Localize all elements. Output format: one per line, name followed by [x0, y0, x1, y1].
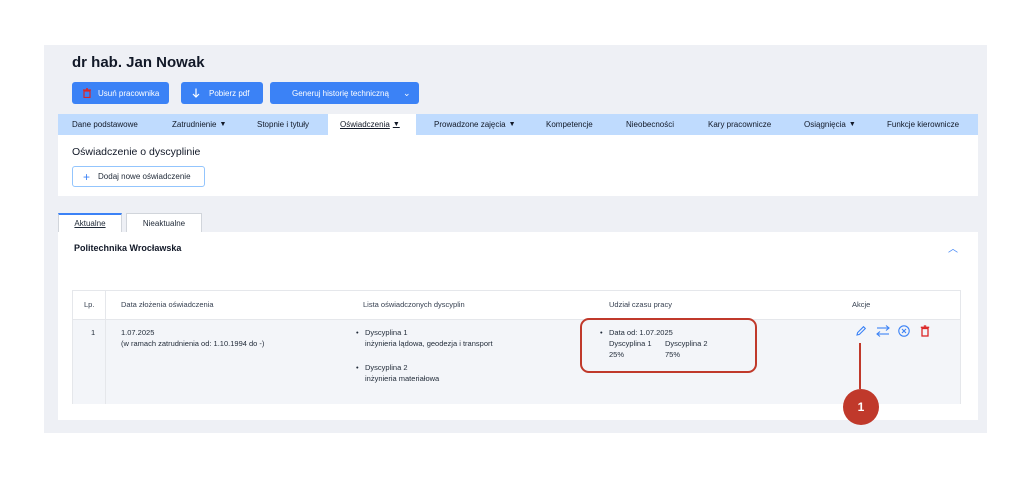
- delete-employee-label: Usuń pracownika: [98, 88, 160, 98]
- tab-outdated[interactable]: Nieaktualne: [126, 213, 202, 232]
- plus-icon: +: [83, 169, 91, 184]
- tab-employment[interactable]: Zatrudnienie ▼: [172, 114, 226, 135]
- tab-declarations[interactable]: Oświadczenia ▼: [328, 114, 416, 135]
- edit-pencil-icon[interactable]: [854, 324, 868, 338]
- header-date: Data złożenia oświadczenia: [121, 300, 214, 309]
- download-pdf-button[interactable]: Pobierz pdf: [181, 82, 264, 104]
- chevron-up-icon[interactable]: ︿: [948, 240, 958, 255]
- row-date-note: (w ramach zatrudnienia od: 1.10.1994 do …: [121, 339, 265, 348]
- discipline-name: inżynieria lądowa, geodezja i transport: [365, 339, 493, 348]
- download-arrow-icon: [192, 88, 200, 98]
- tab-label: Funkcje kierownicze: [887, 120, 960, 129]
- delete-employee-button[interactable]: Usuń pracownika: [72, 82, 170, 104]
- tab-label: Osiągnięcia: [804, 120, 846, 129]
- marker-line: [859, 343, 861, 389]
- step-marker: 1: [843, 389, 879, 425]
- swap-arrows-icon[interactable]: [875, 324, 891, 338]
- tab-penalties[interactable]: Kary pracownicze: [708, 114, 771, 135]
- table-row: 1 1.07.2025 (w ramach zatrudnienia od: 1…: [73, 320, 960, 404]
- tab-label: Kompetencje: [546, 120, 593, 129]
- tab-basic-data[interactable]: Dane podstawowe: [72, 114, 138, 135]
- tab-label: Dane podstawowe: [72, 120, 138, 129]
- column-divider: [105, 291, 106, 404]
- table-header: Lp. Data złożenia oświadczenia Lista ośw…: [73, 291, 960, 320]
- generate-history-label: Generuj historię techniczną: [292, 88, 389, 98]
- header-lp: Lp.: [84, 300, 95, 309]
- tab-label: Oświadczenia: [340, 120, 390, 129]
- generate-history-button[interactable]: Generuj historię techniczną ⌄: [270, 82, 419, 104]
- download-pdf-label: Pobierz pdf: [209, 88, 250, 98]
- discipline-name: inżynieria materiałowa: [365, 374, 440, 383]
- page-title: dr hab. Jan Nowak: [72, 54, 205, 71]
- tab-competences[interactable]: Kompetencje: [546, 114, 593, 135]
- org-name: Politechnika Wrocławska: [74, 243, 182, 253]
- tab-label: Prowadzone zajęcia: [434, 120, 506, 129]
- row-lp: 1: [91, 328, 96, 337]
- chevron-down-icon: ▼: [508, 121, 516, 128]
- tab-label: Stopnie i tytuły: [257, 120, 310, 129]
- header-actions: Akcje: [852, 300, 871, 309]
- header-disciplines: Lista oświadczonych dyscyplin: [363, 300, 465, 309]
- tab-label: Aktualne: [74, 219, 106, 228]
- chevron-down-icon: ▼: [848, 121, 856, 128]
- chevron-down-icon: ⌄: [402, 87, 411, 98]
- discipline-label: Dyscyplina 1: [365, 328, 408, 337]
- row-date: 1.07.2025: [121, 328, 155, 337]
- header-share: Udział czasu pracy: [609, 300, 672, 309]
- bullet: •: [356, 363, 359, 372]
- chevron-down-icon: ▼: [219, 121, 227, 128]
- nav-tabbar: Dane podstawowe Zatrudnienie ▼ Stopnie i …: [58, 114, 978, 135]
- tab-label: Kary pracownicze: [708, 120, 772, 129]
- tab-degrees[interactable]: Stopnie i tytuły: [257, 114, 309, 135]
- trash-icon[interactable]: [918, 324, 932, 338]
- add-declaration-button[interactable]: + Dodaj nowe oświadczenie: [72, 166, 205, 187]
- add-declaration-label: Dodaj nowe oświadczenie: [98, 172, 191, 181]
- tab-absences[interactable]: Nieobecności: [626, 114, 674, 135]
- section-title: Oświadczenie o dyscyplinie: [72, 146, 201, 158]
- bullet: •: [356, 328, 359, 337]
- tab-label: Zatrudnienie: [172, 120, 217, 129]
- tab-label: Nieaktualne: [142, 218, 186, 228]
- discipline-label: Dyscyplina 2: [365, 363, 408, 372]
- cancel-circle-icon[interactable]: [897, 324, 911, 338]
- tab-classes[interactable]: Prowadzone zajęcia ▼: [434, 114, 516, 135]
- tab-label: Nieobecności: [626, 120, 675, 129]
- declarations-table: Lp. Data złożenia oświadczenia Lista ośw…: [72, 290, 961, 404]
- trash-icon: [83, 88, 91, 98]
- share-highlight-box: [580, 318, 757, 373]
- chevron-down-icon: ▼: [392, 121, 400, 128]
- tab-current[interactable]: Aktualne: [58, 213, 122, 232]
- tab-management[interactable]: Funkcje kierownicze: [887, 114, 959, 135]
- tab-achievements[interactable]: Osiągnięcia ▼: [804, 114, 856, 135]
